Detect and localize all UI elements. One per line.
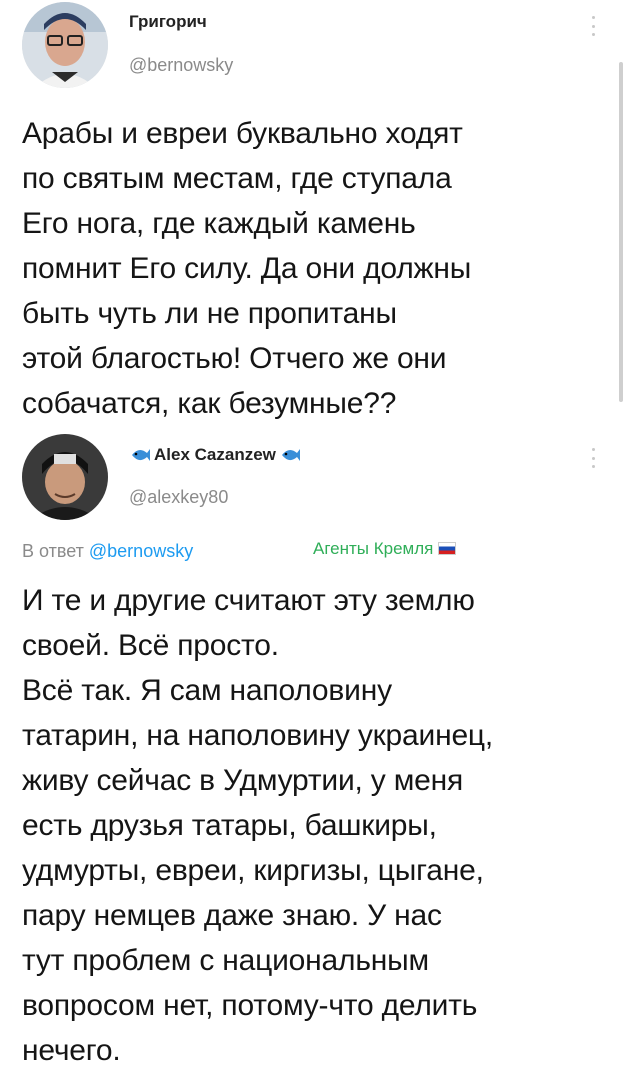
more-options-icon[interactable] — [591, 16, 595, 36]
avatar-photo — [22, 2, 108, 88]
fish-icon — [132, 449, 150, 461]
avatar[interactable] — [22, 2, 108, 88]
tweet-text: Арабы и евреи буквально ходят по святым … — [22, 117, 472, 420]
author-handle[interactable]: @alexkey80 — [129, 487, 228, 508]
author-name[interactable]: Alex Cazanzew — [129, 445, 301, 465]
fish-icon — [281, 449, 300, 461]
reply-prefix: В ответ — [22, 541, 89, 561]
reply-context: В ответ @bernowsky — [22, 541, 193, 562]
author-handle[interactable]: @bernowsky — [129, 55, 233, 76]
author-name[interactable]: Григорич — [129, 12, 207, 32]
russia-flag-icon — [438, 542, 457, 555]
scrollbar[interactable] — [619, 62, 623, 402]
avatar-photo — [22, 434, 108, 520]
more-options-icon[interactable] — [591, 448, 595, 468]
tweet-text: И те и другие считают эту землю своей. В… — [22, 584, 494, 1067]
avatar[interactable] — [22, 434, 108, 520]
tag-label: Агенты Кремля — [313, 539, 434, 558]
author-name-label: Alex Cazanzew — [154, 445, 276, 464]
reply-mention-link[interactable]: @bernowsky — [89, 541, 193, 561]
label-tag: Агенты Кремля — [313, 539, 457, 559]
